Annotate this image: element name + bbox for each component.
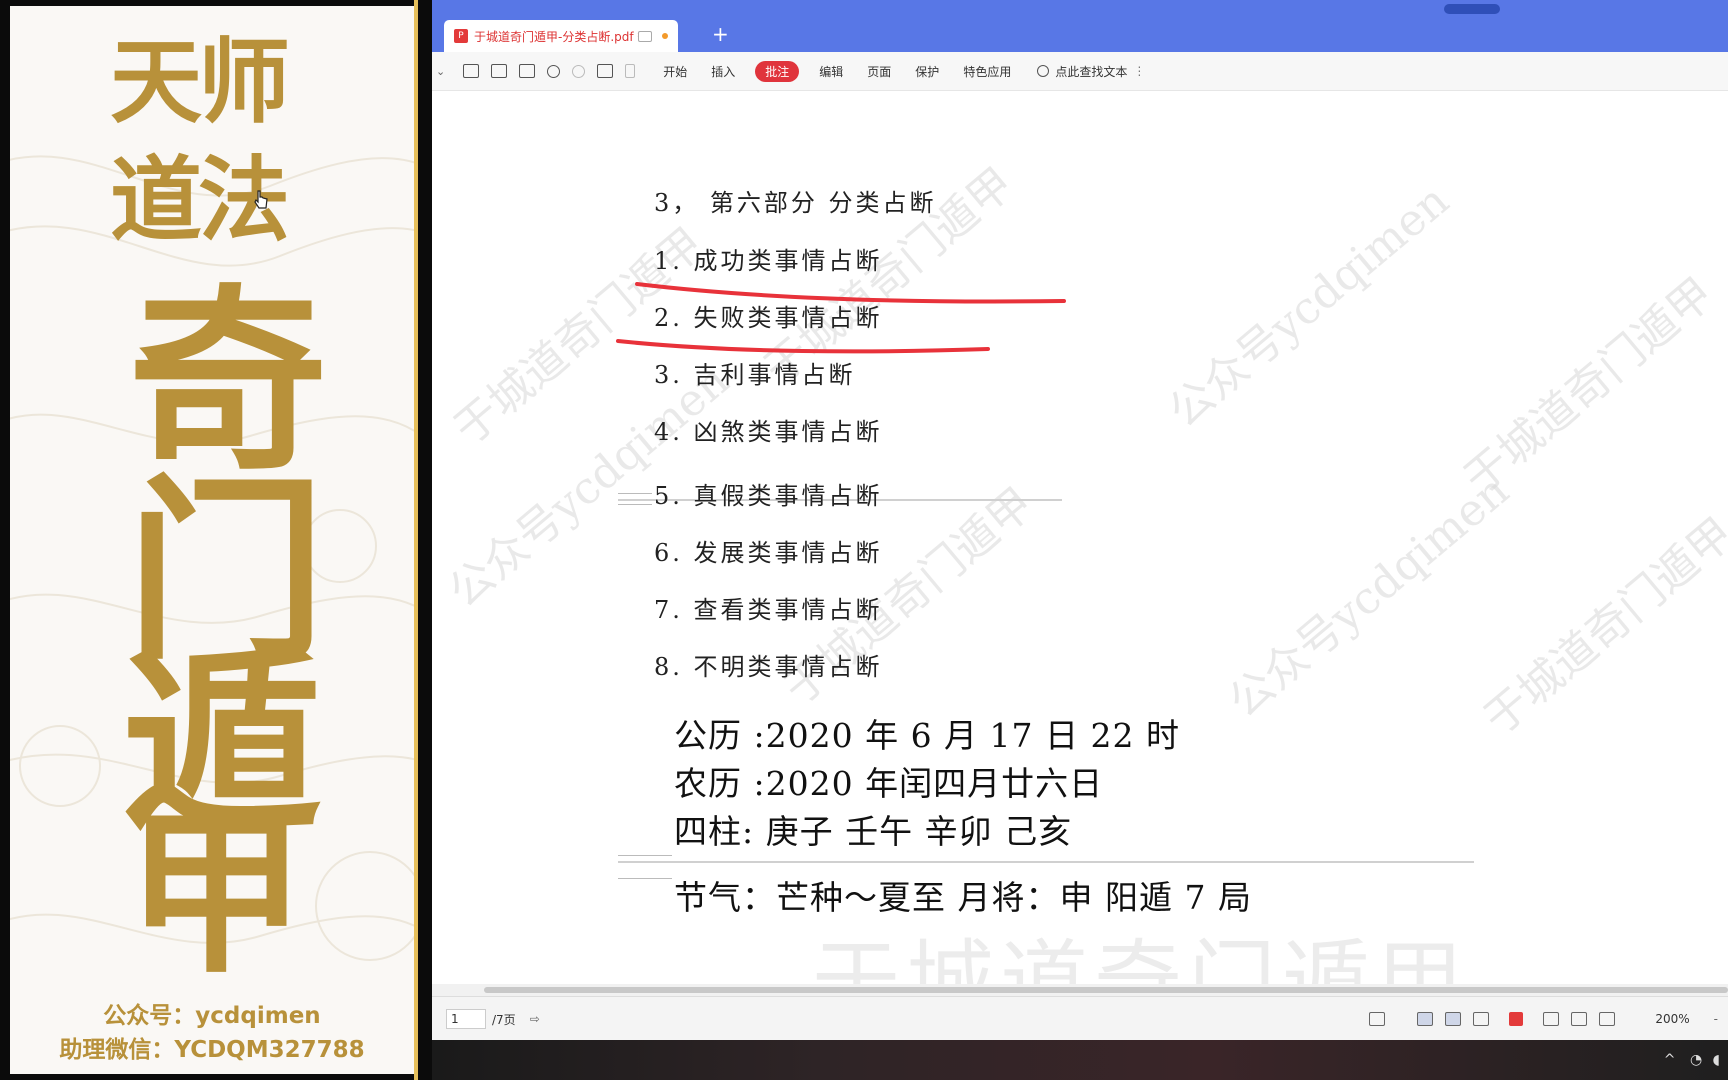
find-text-search[interactable]: 点此查找文本 ⋮ (1037, 63, 1145, 80)
pdf-viewer-window: P 于城道奇门遁甲-分类占断.pdf * + ⌄ 开始 插入 批注 编辑 页面 … (432, 0, 1728, 1040)
more-dropdown-icon[interactable] (625, 64, 636, 78)
banner-big-char: 甲 (126, 790, 306, 997)
chevron-up-icon[interactable]: ^ (1664, 1052, 1676, 1068)
search-placeholder: 点此查找文本 (1055, 64, 1128, 79)
page-number-input[interactable]: 1 (446, 1009, 486, 1029)
horizontal-scrollbar[interactable] (432, 984, 1728, 996)
red-underline-annotation (616, 339, 990, 354)
fit-width-icon[interactable] (1543, 1012, 1560, 1026)
volume-icon[interactable]: ◖ (1713, 1052, 1720, 1068)
open-folder-icon[interactable] (463, 64, 480, 78)
export-icon[interactable] (597, 64, 614, 78)
pdf-file-icon: P (454, 29, 468, 43)
system-tray[interactable]: ^ ◔ ◖ (1664, 1052, 1720, 1068)
single-page-icon[interactable] (1445, 1012, 1462, 1026)
more-options-icon[interactable]: ⋮ (1133, 64, 1145, 78)
unsaved-dot-icon (662, 33, 668, 39)
menu-page[interactable]: 页面 (867, 63, 891, 80)
redo-icon[interactable] (572, 64, 586, 78)
hand-pointer-icon (254, 190, 268, 209)
status-bar: 1 /7页 ⇨ 200% - (432, 996, 1728, 1040)
continuous-view-icon[interactable] (1417, 1012, 1434, 1026)
promo-banner: 天师 道法 奇 门 遁 甲 公众号：ycdqimen 助理微信：YCDQM327… (0, 0, 418, 1080)
zoom-dropdown-icon[interactable]: - (1714, 1012, 1718, 1026)
comment-icon[interactable] (638, 30, 652, 42)
banner-title-line1: 天师 (110, 28, 290, 136)
banner-contact-account: 公众号：ycdqimen (103, 1003, 321, 1029)
play-slideshow-icon[interactable] (1509, 1012, 1524, 1026)
menu-insert[interactable]: 插入 (711, 63, 735, 80)
os-taskbar: ^ ◔ ◖ (432, 1040, 1728, 1080)
menu-start[interactable]: 开始 (663, 63, 687, 80)
search-icon (1037, 65, 1050, 77)
scrollbar-thumb[interactable] (484, 987, 1728, 993)
two-page-icon[interactable] (1473, 1012, 1490, 1026)
print-icon[interactable] (519, 64, 536, 78)
main-toolbar: ⌄ 开始 插入 批注 编辑 页面 保护 特色应用 点此查找文本 ⋮ (432, 52, 1728, 91)
menu-annotate[interactable]: 批注 (755, 60, 800, 82)
document-canvas[interactable]: 于城道奇门遁甲 于城道奇门遁甲 公众号ycdqimen 于城道奇门遁甲 公众号y… (432, 91, 1728, 984)
new-tab-button[interactable]: + (712, 22, 729, 46)
zoom-level[interactable]: 200% (1655, 1012, 1689, 1026)
annotation-layer[interactable] (432, 91, 1728, 984)
wifi-icon[interactable]: ◔ (1690, 1052, 1702, 1068)
document-tab[interactable]: P 于城道奇门遁甲-分类占断.pdf * (444, 20, 678, 52)
page-total: /7页 (492, 1012, 516, 1027)
undo-icon[interactable] (547, 64, 561, 78)
tab-bar: P 于城道奇门遁甲-分类占断.pdf * + (432, 0, 1728, 52)
banner-contact-wechat: 助理微信：YCDQM327788 (59, 1037, 365, 1063)
fit-page-icon[interactable] (1571, 1012, 1588, 1026)
actual-size-icon[interactable] (1599, 1012, 1616, 1026)
save-icon[interactable] (491, 64, 508, 78)
menu-protect[interactable]: 保护 (915, 63, 939, 80)
promo-panel: 天师 道法 奇 门 遁 甲 公众号：ycdqimen 助理微信：YCDQM327… (10, 6, 414, 1074)
go-to-page-icon[interactable]: ⇨ (530, 1012, 540, 1026)
banner-gold-border (414, 0, 418, 1080)
menu-features[interactable]: 特色应用 (963, 63, 1011, 80)
document-tab-title: 于城道奇门遁甲-分类占断.pdf * (474, 29, 638, 44)
eye-protection-icon[interactable] (1369, 1012, 1386, 1026)
chevron-down-icon[interactable]: ⌄ (436, 65, 445, 78)
red-underline-annotation (635, 282, 1066, 304)
window-drag-handle[interactable] (1444, 4, 1500, 14)
banner-big-char: 奇 (128, 267, 328, 497)
menu-edit[interactable]: 编辑 (819, 63, 843, 80)
